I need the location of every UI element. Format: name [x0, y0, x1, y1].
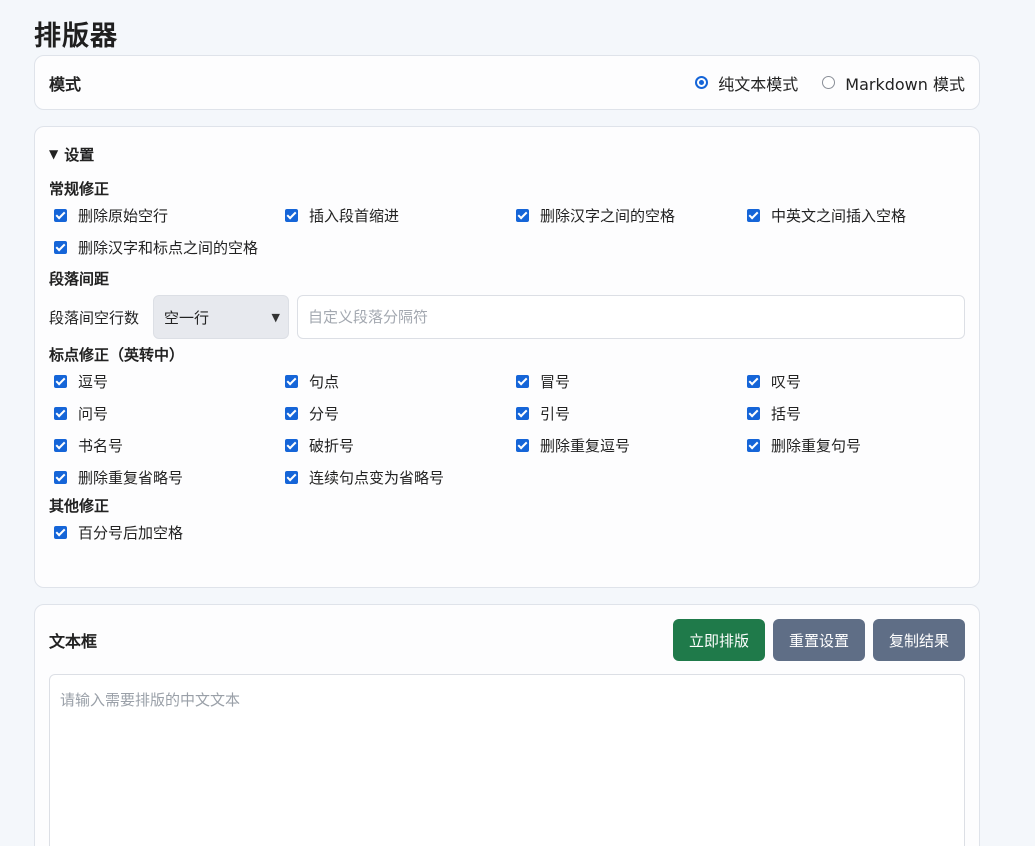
check-icon[interactable] — [285, 208, 298, 222]
checkbox-period[interactable]: 句点 — [280, 365, 511, 397]
spacing-section-title: 段落间距 — [49, 270, 110, 288]
check-icon[interactable] — [54, 525, 67, 539]
settings-toggle[interactable]: ▼ 设置 — [49, 143, 965, 165]
checkbox-label: 括号 — [771, 404, 802, 423]
checkbox-question[interactable]: 问号 — [49, 397, 280, 429]
mode-option-label: Markdown 模式 — [845, 74, 965, 94]
punctuation-options: 逗号 句点 冒号 叹号 问号 分号 引号 括号 书名号 破折号 删除重复逗号 删… — [49, 365, 965, 493]
check-icon[interactable] — [54, 240, 67, 254]
spacing-select[interactable]: 空一行 ▼ — [153, 295, 289, 339]
triangle-down-icon: ▼ — [49, 147, 59, 161]
checkbox-bracket[interactable]: 括号 — [742, 397, 963, 429]
general-section-title: 常规修正 — [49, 180, 110, 198]
check-icon[interactable] — [747, 406, 760, 420]
text-input-area[interactable] — [49, 674, 965, 846]
mode-label: 模式 — [49, 74, 82, 94]
checkbox-dedupe-period[interactable]: 删除重复句号 — [742, 429, 963, 461]
check-icon[interactable] — [516, 406, 529, 420]
checkbox-dedupe-comma[interactable]: 删除重复逗号 — [511, 429, 742, 461]
mode-radio-group: 纯文本模式 Markdown 模式 — [695, 71, 965, 95]
checkbox-label: 问号 — [78, 404, 109, 423]
check-icon[interactable] — [54, 208, 67, 222]
textbox-card: 文本框 立即排版 重置设置 复制结果 — [34, 604, 980, 846]
plaintext-radio[interactable] — [695, 76, 709, 89]
page-title: 排版器 — [34, 21, 118, 52]
check-icon[interactable] — [54, 406, 67, 420]
checkbox-label: 删除汉字之间的空格 — [540, 206, 676, 225]
other-section-title: 其他修正 — [49, 497, 110, 515]
markdown-radio[interactable] — [822, 76, 836, 89]
textbox-header: 文本框 立即排版 重置设置 复制结果 — [49, 619, 965, 661]
checkbox-remove-han-punct-spaces[interactable]: 删除汉字和标点之间的空格 — [49, 231, 280, 263]
chevron-down-icon: ▼ — [271, 310, 280, 324]
checkbox-label: 句点 — [309, 372, 340, 391]
checkbox-label: 冒号 — [540, 372, 571, 391]
other-options: 百分号后加空格 — [49, 516, 965, 548]
checkbox-semicolon[interactable]: 分号 — [280, 397, 511, 429]
textbox-label: 文本框 — [49, 632, 98, 651]
check-icon[interactable] — [285, 374, 298, 388]
settings-summary: 设置 — [64, 145, 95, 164]
spacing-select-value: 空一行 — [164, 308, 210, 327]
checkbox-dash[interactable]: 破折号 — [280, 429, 511, 461]
check-icon[interactable] — [516, 438, 529, 452]
checkbox-label: 破折号 — [309, 436, 355, 455]
checkbox-label: 删除重复句号 — [771, 436, 862, 455]
checkbox-label: 删除原始空行 — [78, 206, 169, 225]
checkbox-label: 书名号 — [78, 436, 124, 455]
checkbox-percent-space[interactable]: 百分号后加空格 — [49, 516, 280, 548]
checkbox-remove-blank-lines[interactable]: 删除原始空行 — [49, 199, 280, 231]
checkbox-cjk-latin-space[interactable]: 中英文之间插入空格 — [742, 199, 963, 231]
check-icon[interactable] — [516, 374, 529, 388]
check-icon[interactable] — [285, 406, 298, 420]
checkbox-exclamation[interactable]: 叹号 — [742, 365, 963, 397]
checkbox-label: 分号 — [309, 404, 340, 423]
custom-separator-input[interactable] — [297, 295, 965, 339]
action-buttons: 立即排版 重置设置 复制结果 — [673, 619, 965, 661]
checkbox-colon[interactable]: 冒号 — [511, 365, 742, 397]
mode-option-plaintext[interactable]: 纯文本模式 — [695, 71, 798, 95]
checkbox-remove-han-spaces[interactable]: 删除汉字之间的空格 — [511, 199, 742, 231]
checkbox-dots-to-ellipsis[interactable]: 连续句点变为省略号 — [280, 461, 511, 493]
check-icon[interactable] — [747, 374, 760, 388]
checkbox-label: 插入段首缩进 — [309, 206, 400, 225]
mode-card: 模式 纯文本模式 Markdown 模式 — [34, 55, 980, 110]
checkbox-label: 百分号后加空格 — [78, 523, 184, 542]
settings-card: ▼ 设置 常规修正 删除原始空行 插入段首缩进 删除汉字之间的空格 中英文之间插… — [34, 126, 980, 588]
punctuation-section-title: 标点修正（英转中） — [49, 346, 185, 364]
mode-option-markdown[interactable]: Markdown 模式 — [822, 71, 965, 95]
checkbox-quote[interactable]: 引号 — [511, 397, 742, 429]
spacing-label: 段落间空行数 — [49, 308, 140, 327]
general-options: 删除原始空行 插入段首缩进 删除汉字之间的空格 中英文之间插入空格 删除汉字和标… — [49, 199, 965, 263]
mode-option-label: 纯文本模式 — [718, 74, 799, 94]
checkbox-label: 逗号 — [78, 372, 109, 391]
check-icon[interactable] — [54, 438, 67, 452]
checkbox-label: 删除重复省略号 — [78, 468, 184, 487]
check-icon[interactable] — [516, 208, 529, 222]
spacing-row: 段落间空行数 空一行 ▼ — [49, 295, 965, 339]
page: 排版器 模式 纯文本模式 Markdown 模式 ▼ 设置 常规修正 删除原始空… — [0, 0, 1035, 846]
copy-button[interactable]: 复制结果 — [873, 619, 965, 661]
checkbox-label: 删除汉字和标点之间的空格 — [78, 238, 259, 257]
checkbox-label: 引号 — [540, 404, 571, 423]
checkbox-comma[interactable]: 逗号 — [49, 365, 280, 397]
checkbox-book-title[interactable]: 书名号 — [49, 429, 280, 461]
reset-button[interactable]: 重置设置 — [773, 619, 865, 661]
check-icon[interactable] — [54, 374, 67, 388]
checkbox-label: 连续句点变为省略号 — [309, 468, 445, 487]
checkbox-label: 叹号 — [771, 372, 802, 391]
check-icon[interactable] — [747, 208, 760, 222]
checkbox-label: 删除重复逗号 — [540, 436, 631, 455]
checkbox-label: 中英文之间插入空格 — [771, 206, 907, 225]
checkbox-indent[interactable]: 插入段首缩进 — [280, 199, 511, 231]
checkbox-dedupe-ellipsis[interactable]: 删除重复省略号 — [49, 461, 280, 493]
check-icon[interactable] — [285, 470, 298, 484]
check-icon[interactable] — [285, 438, 298, 452]
check-icon[interactable] — [54, 470, 67, 484]
format-button[interactable]: 立即排版 — [673, 619, 765, 661]
check-icon[interactable] — [747, 438, 760, 452]
